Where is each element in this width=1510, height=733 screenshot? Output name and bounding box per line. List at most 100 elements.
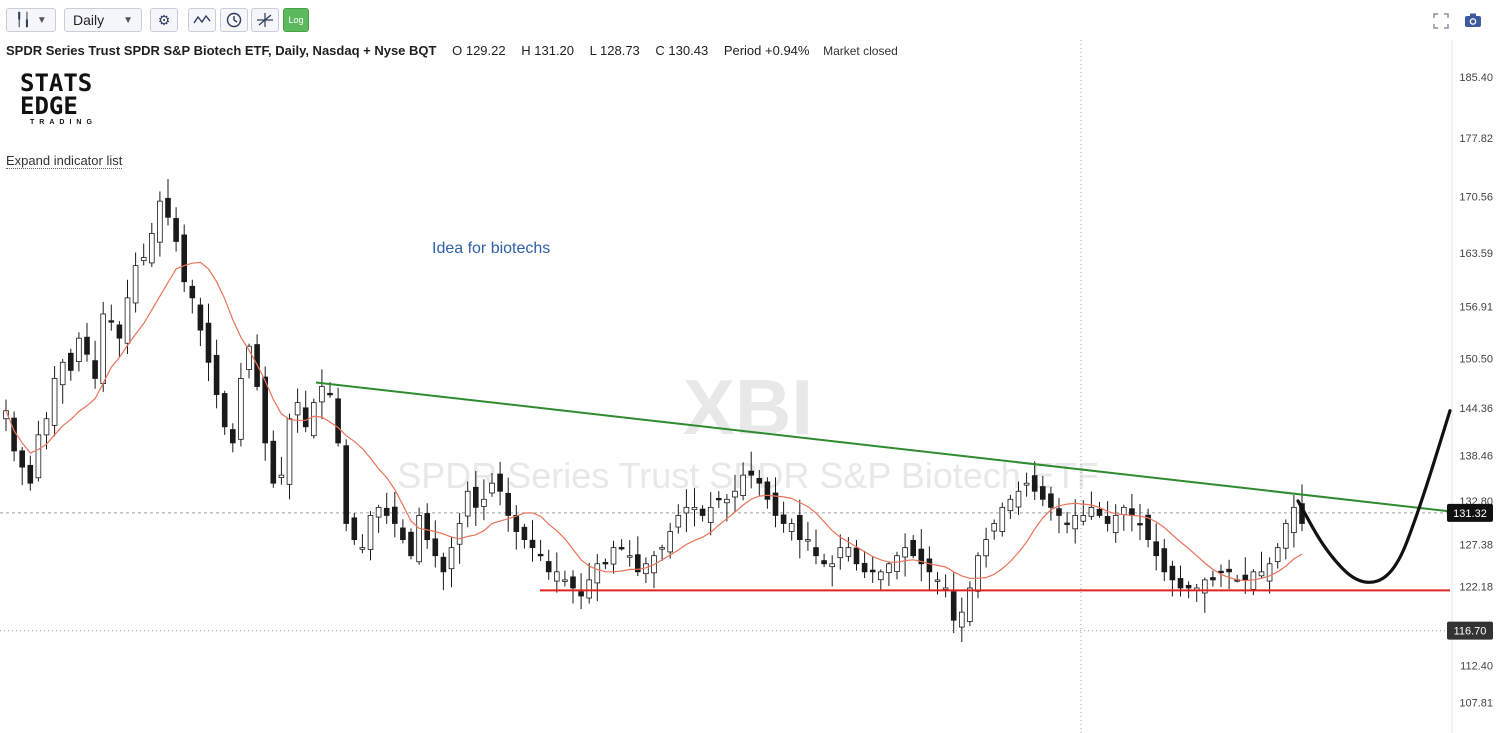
logo-line2: EDGE	[20, 92, 78, 120]
candle-body	[132, 265, 139, 304]
candle-body	[554, 571, 560, 582]
candle-body	[756, 477, 763, 484]
candle-body	[1129, 508, 1135, 516]
candle-body	[84, 336, 90, 355]
price-tags: 131.32 116.70	[1447, 503, 1493, 640]
crosshair-price-tag-label: 116.70	[1454, 626, 1487, 638]
candle-body	[805, 539, 811, 542]
candle-body	[821, 560, 827, 565]
candle-body	[197, 304, 204, 331]
candle-body	[432, 538, 439, 557]
candle-body	[699, 508, 706, 516]
logo-line3: TRADING	[30, 119, 97, 126]
candle-body	[27, 464, 34, 484]
candle-body	[894, 555, 900, 572]
candle-body	[683, 506, 690, 514]
candle-body	[1226, 568, 1232, 573]
candle-body	[675, 515, 682, 528]
candle-body	[1064, 522, 1070, 525]
price-tick-label: 122.18	[1459, 582, 1493, 594]
candle-body	[270, 440, 277, 484]
candle-body	[19, 450, 25, 468]
candle-body	[797, 514, 803, 541]
candle-body	[562, 579, 568, 582]
price-tick-label: 107.81	[1459, 697, 1493, 709]
candle-body	[975, 555, 981, 592]
candle-body	[1121, 506, 1127, 515]
candle-body	[262, 376, 268, 444]
candle-body	[76, 337, 82, 362]
price-tick-label: 150.50	[1459, 353, 1493, 365]
candle-body	[780, 514, 787, 524]
open-value: 129.22	[465, 43, 506, 58]
candle-body	[43, 418, 50, 436]
candle-body	[1031, 475, 1038, 492]
candle-body	[764, 481, 771, 500]
candle-body	[116, 324, 123, 339]
candle-body	[351, 517, 358, 541]
price-tick-label: 185.40	[1459, 72, 1493, 84]
candle-body	[165, 197, 171, 218]
period-label: Period	[723, 43, 762, 58]
idea-annotation[interactable]: Idea for biotechs	[432, 240, 550, 257]
candle-body	[716, 497, 722, 501]
candle-body	[1023, 482, 1030, 486]
candle-body	[108, 320, 115, 323]
candle-body	[934, 579, 941, 582]
candle-body	[448, 547, 455, 570]
candle-body	[367, 515, 374, 550]
candle-body	[1153, 541, 1160, 557]
candle-body	[724, 498, 730, 504]
candle-body	[464, 490, 471, 517]
candle-body	[1072, 515, 1079, 530]
candle-body	[440, 556, 447, 573]
candle-body	[359, 547, 366, 550]
candle-body	[853, 547, 860, 565]
candle-body	[1137, 523, 1143, 526]
candle-body	[472, 486, 479, 508]
candle-body	[408, 531, 414, 557]
candle-body	[999, 506, 1006, 532]
low-label: L	[589, 43, 597, 58]
candle-body	[691, 506, 698, 511]
candle-body	[740, 474, 746, 496]
period-value: +0.94%	[765, 43, 810, 58]
price-chart[interactable]: XBI SPDR Series Trust SPDR S&P Biotech E…	[0, 0, 1510, 733]
candle-body	[707, 506, 714, 523]
candle-body	[886, 563, 892, 574]
candle-body	[302, 407, 309, 428]
candle-body	[1283, 523, 1289, 549]
candle-body	[1266, 563, 1273, 582]
candle-body	[148, 232, 155, 264]
candle-body	[878, 571, 884, 581]
close-value: 130.43	[668, 43, 709, 58]
candle-body	[310, 402, 317, 437]
candle-body	[1040, 486, 1046, 500]
candle-body	[959, 611, 965, 628]
candle-body	[610, 547, 617, 565]
candle-body	[732, 490, 738, 498]
candle-body	[375, 506, 382, 518]
candle-body	[1080, 515, 1087, 522]
candle-body	[618, 547, 625, 550]
candle-body	[1056, 508, 1062, 516]
candle-body	[1112, 515, 1119, 533]
candle-body	[942, 587, 949, 590]
candle-body	[788, 523, 795, 532]
candle-body	[967, 587, 973, 622]
candle-body	[1104, 515, 1111, 524]
candle-body	[383, 507, 390, 516]
candle-body	[400, 527, 406, 541]
candle-body	[391, 506, 398, 524]
candle-body	[813, 547, 819, 557]
candle-body	[1048, 493, 1054, 508]
candle-body	[1242, 574, 1249, 581]
candle-body	[748, 470, 754, 476]
candle-body	[497, 473, 503, 492]
candle-body	[35, 434, 42, 479]
expand-indicator-list-link[interactable]: Expand indicator list	[6, 153, 123, 169]
candle-body	[1210, 577, 1216, 581]
candle-body	[861, 562, 868, 573]
price-tick-label: 138.46	[1459, 450, 1493, 462]
candle-body	[1258, 571, 1265, 577]
